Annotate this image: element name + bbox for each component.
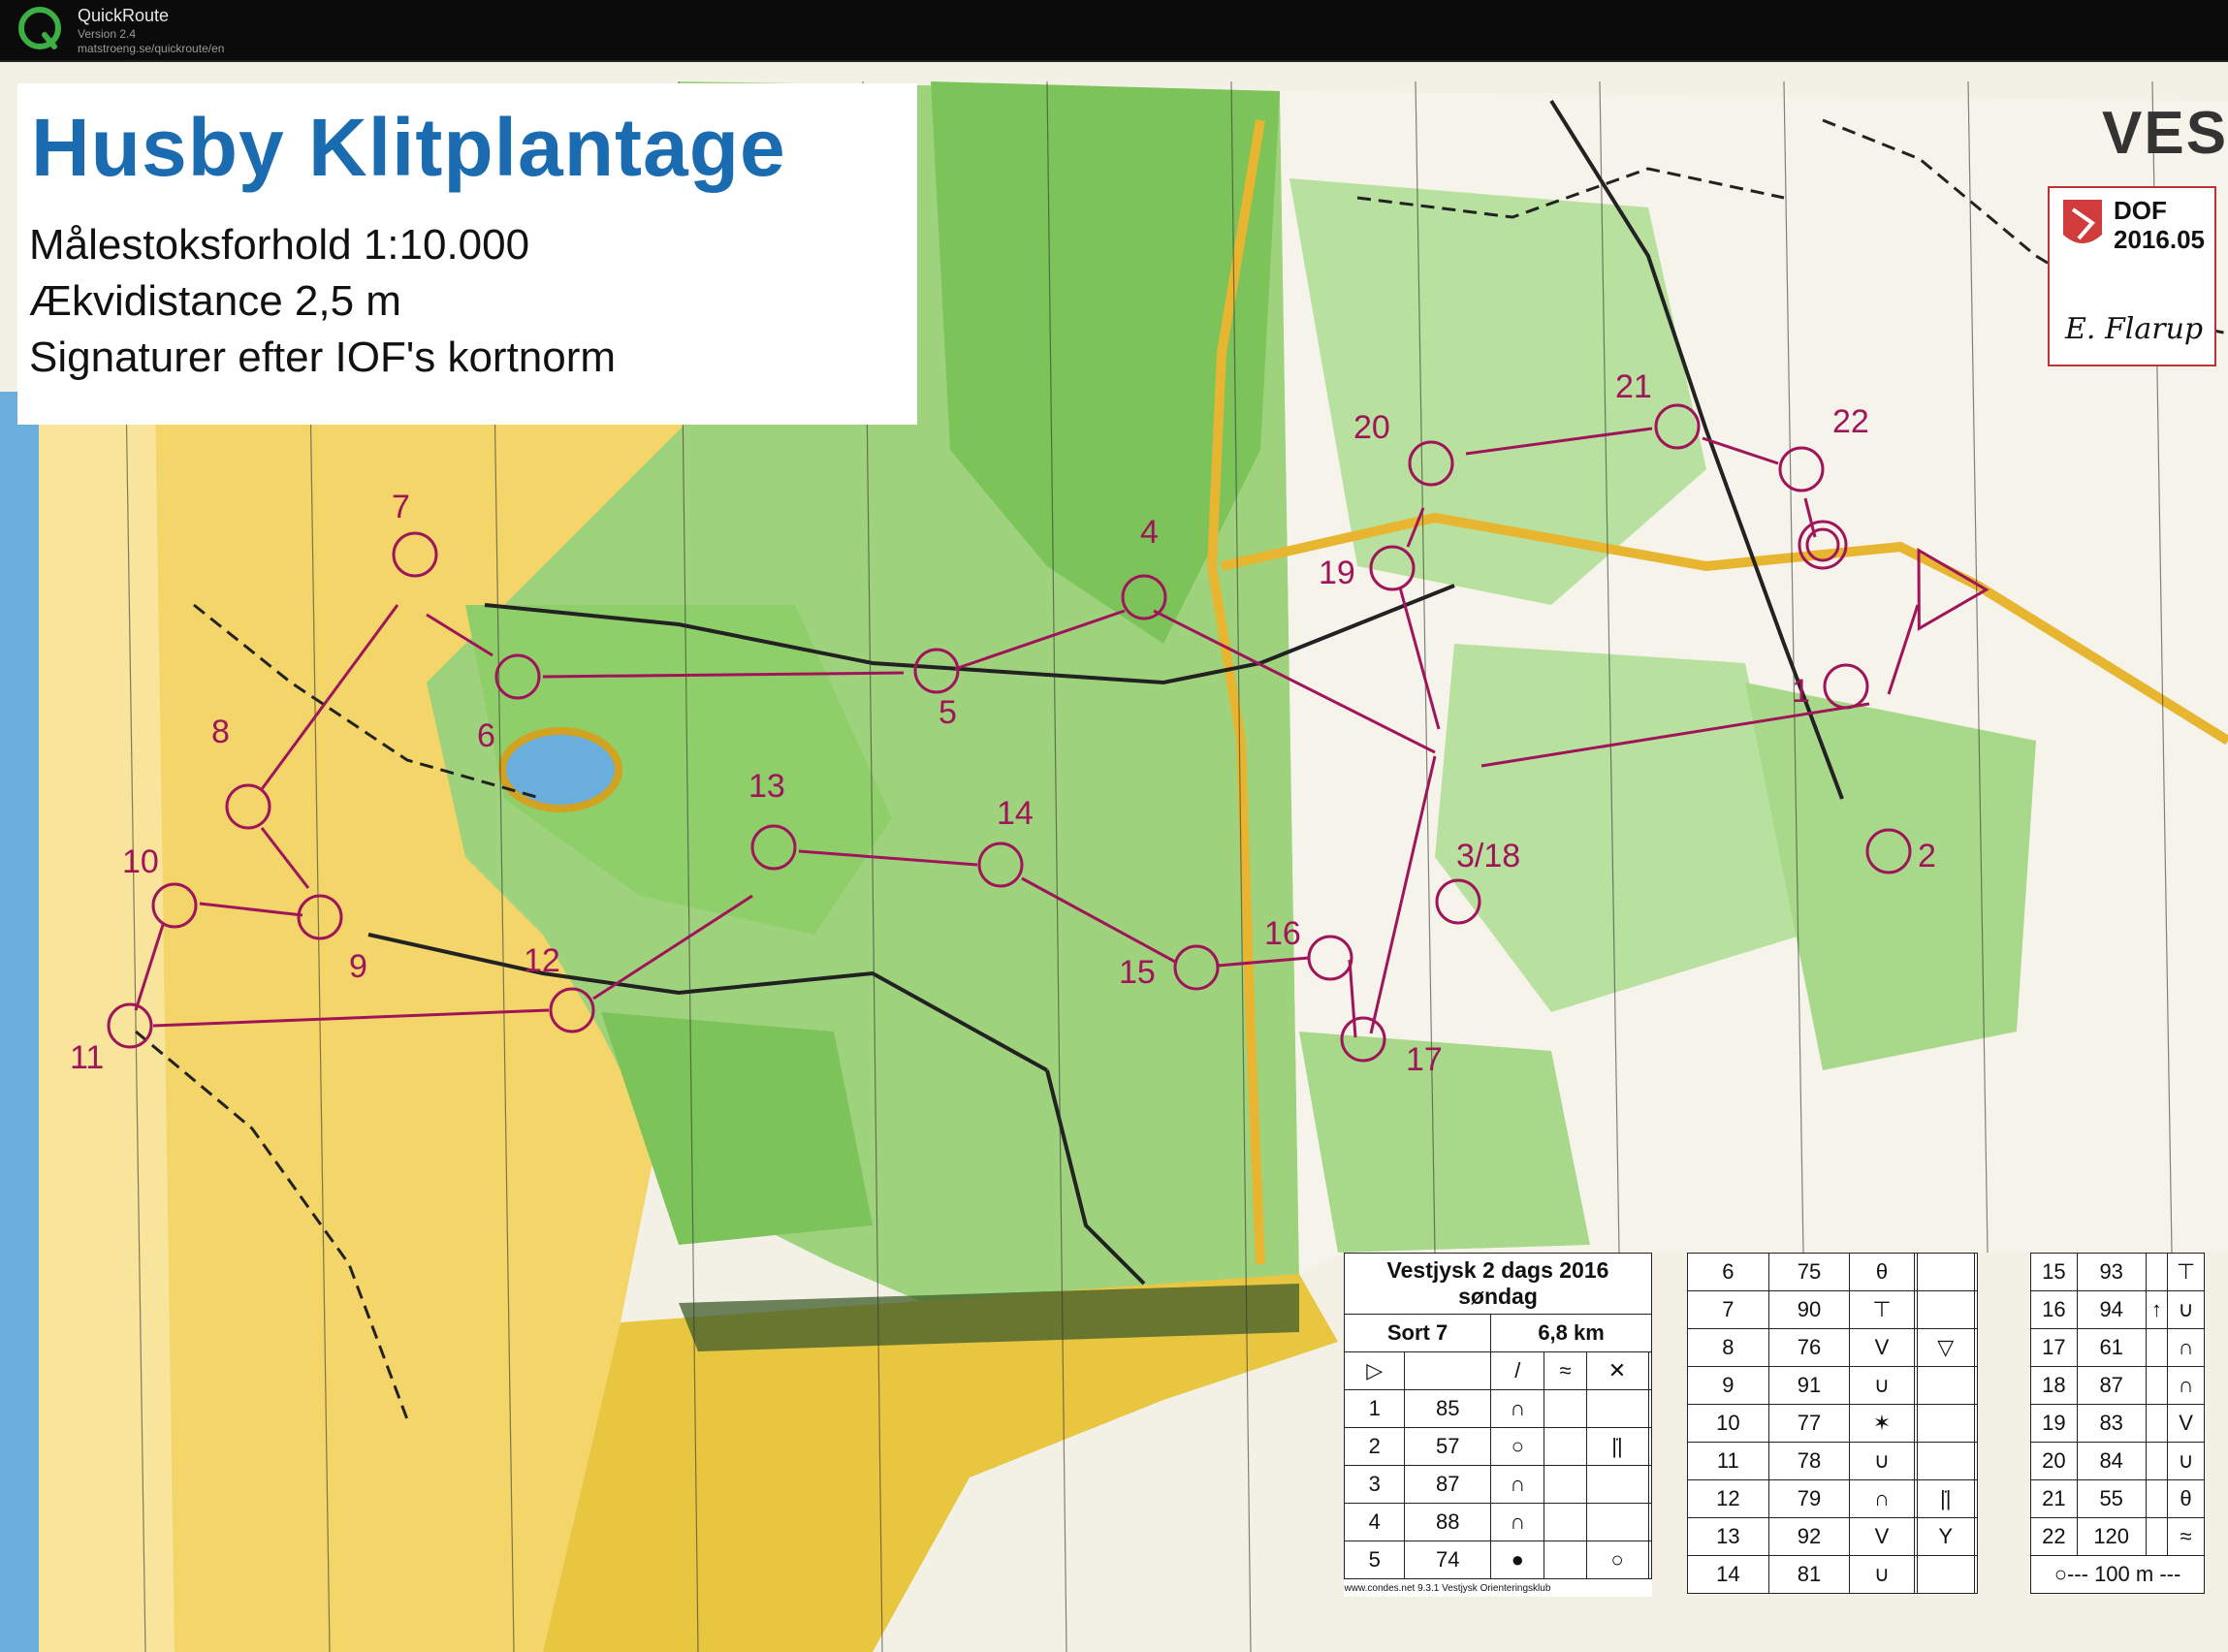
table-row: 2 57 ○ |̇|	[1343, 1427, 1652, 1466]
control-label: 7	[392, 489, 410, 525]
control-label: 6	[477, 717, 495, 754]
app-url[interactable]: matstroeng.se/quickroute/en	[78, 42, 224, 55]
map-title-box: Husby Klitplantage Målestoksforhold 1:10…	[17, 83, 917, 425]
map-title: Husby Klitplantage	[31, 102, 786, 193]
finish-distance: ○--- 100 m ---	[2030, 1555, 2205, 1594]
control-label: 2	[1918, 838, 1936, 874]
dof-label: DOF 2016.05	[2114, 196, 2205, 254]
map-corner-label: VEST	[2102, 100, 2228, 167]
table-row: 3 87 ∩	[1343, 1465, 1652, 1504]
table-row: 16 94 ↑ ∪	[2030, 1290, 2205, 1329]
control-label: 13	[748, 768, 785, 805]
control-label: 9	[349, 948, 367, 985]
dof-logo-icon	[2063, 200, 2102, 243]
dof-approval-box: DOF 2016.05 E. Flarup	[2048, 186, 2216, 366]
control-label: 17	[1406, 1041, 1443, 1078]
description-table-3: 15 93 ⊤ 16 94 ↑ ∪ 17 61 ∩ 18 87 ∩ 19 83 V 20 84 ∪ 21 5…	[2030, 1253, 2205, 1594]
table-row: 19 83 V	[2030, 1404, 2205, 1443]
table-row: 5 74 ● ○	[1343, 1541, 1652, 1579]
control-label: 4	[1140, 514, 1159, 551]
table-row: 20 84 ∪	[2030, 1442, 2205, 1480]
table-row: 9 91 ∪	[1687, 1366, 1979, 1405]
dof-signature: E. Flarup	[2065, 312, 2204, 346]
control-label: 10	[122, 843, 159, 880]
control-label: 3/18	[1456, 838, 1521, 874]
app-name: QuickRoute	[78, 6, 170, 25]
control-label: 8	[211, 714, 230, 750]
table-row: 22 120 ≈	[2030, 1517, 2205, 1556]
control-label: 16	[1264, 915, 1301, 952]
map-contour-interval: Ækvidistance 2,5 m	[29, 277, 401, 325]
control-label: 21	[1615, 368, 1652, 405]
quickroute-logo-icon	[18, 7, 61, 49]
description-footer: www.condes.net 9.3.1 Vestjysk Orienterin…	[1344, 1582, 1551, 1594]
control-label: 14	[997, 795, 1034, 832]
description-title: Vestjysk 2 dags 2016 søndag	[1344, 1253, 1652, 1315]
control-label: 15	[1119, 954, 1156, 991]
app-version: Version 2.4	[78, 27, 137, 41]
map-symbol-norm: Signaturer efter IOF's kortnorm	[29, 334, 617, 381]
control-label: 5	[939, 694, 957, 731]
table-row: 1 85 ∩	[1343, 1389, 1652, 1428]
table-row: 7 90 ⊤	[1687, 1290, 1979, 1329]
dof-label-text: DOF	[2114, 196, 2167, 225]
table-row: 11 78 ∪	[1687, 1442, 1979, 1480]
control-label: 12	[524, 942, 560, 979]
table-row: 8 76 V ▽	[1687, 1328, 1979, 1367]
event-name: Vestjysk 2 dags 2016	[1386, 1257, 1609, 1283]
control-label: 22	[1832, 403, 1869, 440]
table-row: 4 88 ∩	[1343, 1503, 1652, 1541]
table-row: 15 93 ⊤	[2030, 1253, 2205, 1291]
table-row: 14 81 ∪	[1687, 1555, 1979, 1594]
course-length: 6,8 km	[1490, 1314, 1652, 1352]
control-description-sheet: Vestjysk 2 dags 2016 søndag Sort 7 6,8 k…	[1343, 1253, 2228, 1652]
table-row: 6 75 θ	[1687, 1253, 1979, 1291]
table-row: 13 92 V Y	[1687, 1517, 1979, 1556]
control-label: 11	[70, 1039, 105, 1076]
dof-version: 2016.05	[2114, 225, 2205, 254]
table-row: 10 77 ✶	[1687, 1404, 1979, 1443]
start-triangle-icon: ▷	[1343, 1351, 1406, 1390]
control-label: 1	[1792, 673, 1810, 710]
description-table-1: Vestjysk 2 dags 2016 søndag Sort 7 6,8 k…	[1343, 1253, 1652, 1597]
control-label: 19	[1319, 555, 1355, 591]
orienteering-map[interactable]: Husby Klitplantage Målestoksforhold 1:10…	[0, 62, 2228, 1652]
app-titlebar: QuickRoute Version 2.4 matstroeng.se/qui…	[0, 0, 2228, 62]
table-row: 12 79 ∩ |̇|	[1687, 1479, 1979, 1518]
control-label: 20	[1353, 409, 1390, 446]
table-row: 21 55 θ	[2030, 1479, 2205, 1518]
map-scale: Målestoksforhold 1:10.000	[29, 221, 530, 269]
table-row: 17 61 ∩	[2030, 1328, 2205, 1367]
course-name: Sort 7	[1343, 1314, 1492, 1352]
table-row: 18 87 ∩	[2030, 1366, 2205, 1405]
event-day: søndag	[1458, 1284, 1538, 1309]
description-table-2: 6 75 θ 7 90 ⊤ 8 76 V ▽ 9 91 ∪ 10 77 ✶ 11 78 ∪ 12 79 ∩ |̇…	[1687, 1253, 1979, 1594]
